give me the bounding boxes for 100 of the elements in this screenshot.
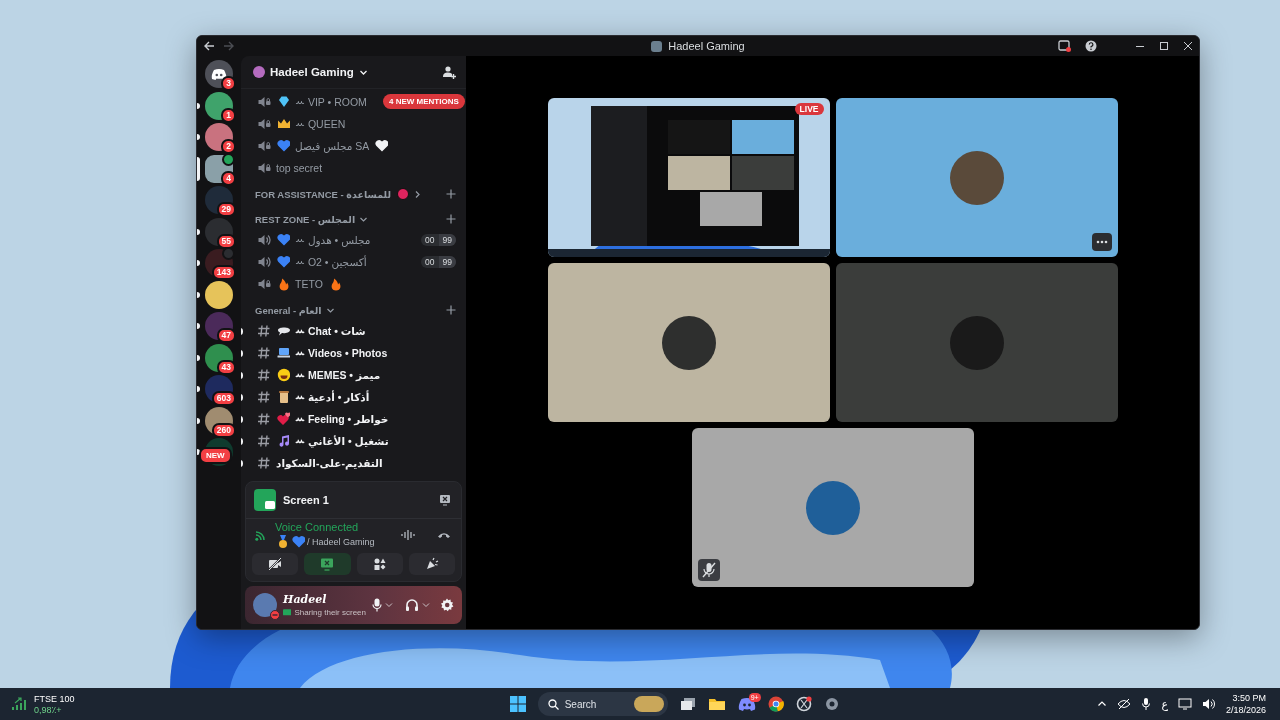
more-icon — [1095, 240, 1108, 244]
channel-name[interactable]: ꕀ MEMES • ميمز — [295, 368, 381, 382]
category-label[interactable]: FOR ASSISTANCE - للمساعدة — [255, 188, 391, 200]
hash-icon — [257, 346, 271, 360]
maximize-icon[interactable] — [1159, 41, 1169, 51]
circle-icon — [394, 186, 409, 202]
stop-stream-icon[interactable] — [439, 494, 451, 506]
channel-name[interactable]: TETO — [295, 278, 323, 290]
server-icon[interactable] — [205, 91, 233, 120]
notification-badge: 47 — [216, 328, 236, 343]
clock-time[interactable]: 3:50 PM — [1232, 693, 1266, 703]
channel-name[interactable]: ꕀ Videos • Photos — [295, 346, 388, 360]
soundboard-icon — [424, 557, 439, 571]
eye-off-icon[interactable] — [1117, 698, 1132, 710]
voice-status[interactable]: Voice Connected — [275, 520, 394, 533]
folder-icon[interactable] — [707, 697, 726, 711]
more-options-button[interactable] — [1091, 233, 1112, 251]
back-arrow-icon[interactable] — [203, 40, 215, 52]
channel-name[interactable]: ꕀ O2 • أكسجين — [295, 255, 367, 269]
channel-name[interactable]: ꕀ تشغيل • الأغاني — [295, 434, 389, 448]
screen-share-button[interactable] — [304, 553, 351, 575]
add-channel-icon[interactable] — [446, 189, 456, 199]
channel-name[interactable]: ꕀ QUEEN — [295, 117, 346, 131]
participant-tile[interactable] — [835, 98, 1118, 257]
settings-icon[interactable] — [440, 598, 454, 612]
help-icon[interactable] — [1085, 40, 1097, 52]
channel-name[interactable]: ꕀ Feeling • خواطر — [295, 412, 389, 426]
channel-name[interactable]: ꕀ مجلس • هدول — [295, 233, 371, 247]
clock-date[interactable]: 2/18/2026 — [1225, 705, 1266, 715]
window-title: Hadeel Gaming — [668, 40, 745, 52]
server-icon[interactable] — [205, 123, 233, 151]
start-icon[interactable] — [509, 696, 526, 712]
volume-icon[interactable] — [1201, 698, 1216, 710]
chat-app-icon[interactable] — [737, 697, 756, 711]
microphone-icon[interactable] — [1141, 697, 1152, 711]
hang-up-icon[interactable] — [437, 530, 451, 540]
soundboard-button[interactable] — [408, 553, 455, 575]
voice-signal-icon — [254, 528, 268, 542]
add-channel-icon[interactable] — [446, 214, 456, 224]
hash-icon — [257, 412, 271, 426]
live-badge: LIVE — [794, 103, 824, 115]
hash-icon — [257, 324, 271, 338]
speaker-icon — [257, 233, 271, 247]
language-indicator[interactable]: ع — [1161, 697, 1168, 711]
speaker-icon — [257, 255, 271, 269]
server-icon[interactable] — [205, 280, 233, 309]
gear-icon[interactable] — [823, 696, 840, 712]
participant-tile[interactable] — [835, 263, 1118, 422]
server-icon[interactable] — [205, 186, 233, 214]
participant-tile[interactable] — [547, 263, 830, 422]
home-button[interactable] — [205, 60, 233, 88]
camera-off-button[interactable] — [252, 553, 299, 575]
heart-icon — [276, 232, 290, 248]
hash-icon — [257, 434, 271, 448]
channel-name[interactable]: مجلس فيصل SA — [295, 140, 370, 152]
new-mentions-banner[interactable]: 4 NEW MENTIONS — [383, 94, 465, 109]
channel-name[interactable]: ꕀ VIP • ROOM — [295, 95, 367, 109]
browser-icon[interactable] — [767, 696, 784, 712]
network-icon[interactable] — [1177, 698, 1192, 710]
waveform-icon[interactable] — [401, 529, 415, 541]
laughing-face-icon — [276, 367, 290, 383]
user-limit-badge: 00 99 — [421, 234, 456, 246]
add-channel-icon[interactable] — [446, 305, 456, 315]
voice-channel-name[interactable]: / Hadeel Gaming — [307, 536, 375, 547]
channel-name[interactable]: ꕀ Chat • شات — [295, 324, 366, 338]
stream-title: Screen 1 — [283, 494, 330, 506]
category-label[interactable]: REST ZONE - المجلس — [255, 213, 356, 225]
server-name[interactable]: Hadeel Gaming — [270, 66, 354, 78]
microphone-icon[interactable] — [372, 598, 382, 612]
user-avatar[interactable] — [253, 593, 277, 617]
locked-speaker-icon — [257, 161, 271, 175]
close-icon[interactable] — [1183, 41, 1193, 51]
hash-icon — [257, 456, 271, 470]
channel-name[interactable]: top secret — [276, 162, 323, 174]
aperture-icon[interactable] — [795, 696, 812, 712]
heart-icon — [374, 138, 389, 154]
search-field[interactable]: Search — [537, 692, 668, 716]
locked-speaker-icon — [257, 139, 271, 153]
add-member-icon[interactable] — [442, 65, 456, 79]
headphones-icon[interactable] — [405, 598, 419, 612]
activities-icon — [372, 557, 387, 571]
task-view-icon[interactable] — [679, 697, 696, 711]
notification-badge: 29 — [216, 202, 236, 217]
locked-speaker-icon — [257, 95, 271, 109]
activities-button[interactable] — [356, 553, 403, 575]
notification-badge: 3 — [221, 76, 236, 91]
search-icon — [547, 698, 559, 710]
do-not-disturb-status-icon — [270, 610, 280, 620]
camera-off-icon — [268, 557, 283, 571]
channel-name[interactable]: التقديم-على-السكواد — [276, 457, 383, 469]
user-limit-badge: 00 99 — [421, 256, 456, 268]
participant-tile[interactable] — [691, 428, 974, 587]
stream-tile[interactable]: LIVE — [547, 98, 830, 257]
channel-name[interactable]: ꕀ أذكار • أدعية — [295, 390, 370, 404]
user-status: Sharing their screen — [294, 607, 366, 618]
inbox-icon[interactable] — [1058, 40, 1071, 52]
widget-title[interactable]: FTSE 100 — [34, 693, 75, 704]
stock-up-icon — [12, 697, 28, 711]
server-icon[interactable] — [205, 312, 233, 340]
category-label[interactable]: General - العام — [255, 304, 322, 316]
